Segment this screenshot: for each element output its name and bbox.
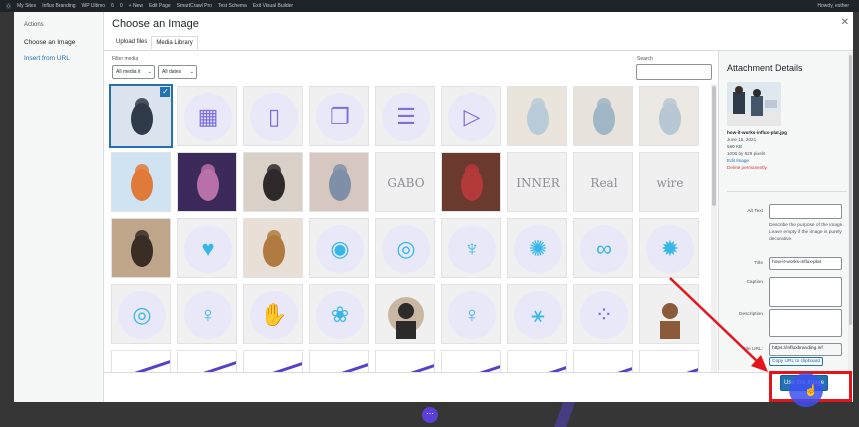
pointer-hand-icon: ☝ [804,385,818,397]
annotation-arrow [669,277,768,372]
